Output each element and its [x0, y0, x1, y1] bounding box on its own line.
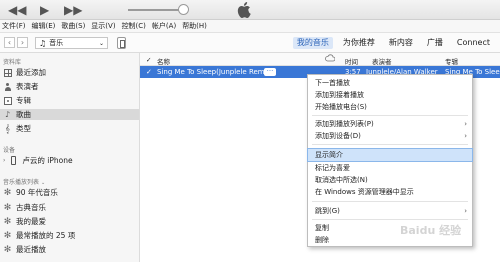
sidebar-item-label: 我的最爱 — [16, 217, 46, 226]
library-selector-label: 音乐 — [49, 39, 64, 47]
music-note-icon: ♫ — [39, 38, 47, 48]
person-icon — [3, 82, 12, 91]
menu-item-play-next[interactable]: 下一首播放 — [308, 77, 472, 89]
library-header: 资料库 — [3, 59, 22, 66]
row-name: Sing Me To Sleep(Junplele Remix) — [157, 68, 274, 76]
sidebar-item-label: 90 年代音乐 — [16, 188, 58, 197]
sidebar-item-label: 古典音乐 — [16, 203, 46, 212]
sidebar-item-label: 表演者 — [16, 82, 39, 91]
back-button[interactable]: ‹ — [4, 37, 15, 48]
column-time[interactable]: 时间 — [345, 56, 358, 66]
sidebar-item-label: 类型 — [16, 124, 31, 133]
watermark: Baidu 经验 — [400, 224, 462, 237]
menu-item-get-info[interactable]: 显示简介 — [307, 148, 473, 162]
tab-new[interactable]: 新内容 — [385, 37, 417, 49]
sidebar-item-songs[interactable]: ♪ 歌曲 — [0, 109, 139, 120]
more-button[interactable]: ··· — [264, 68, 276, 76]
tab-connect[interactable]: Connect — [453, 37, 494, 49]
menu-controls[interactable]: 控制(C) — [122, 21, 146, 31]
menu-help[interactable]: 帮助(H) — [182, 21, 207, 31]
submenu-arrow-icon: › — [464, 132, 467, 140]
tab-my-music[interactable]: 我的音乐 — [292, 37, 333, 49]
sidebar-item-genres[interactable]: 𝄞 类型 — [3, 123, 31, 134]
column-name[interactable]: 名称 — [157, 56, 170, 66]
sidebar-item-label: 最近添加 — [16, 68, 46, 77]
chevron-down-icon: ⌄ — [40, 180, 46, 186]
rewind-icon[interactable]: ◀◀ — [8, 3, 26, 17]
menu-item-add-to-playlist[interactable]: 添加到播放列表(P) › — [308, 118, 472, 130]
tab-for-you[interactable]: 为你推荐 — [339, 37, 379, 49]
sidebar-item-label: 歌曲 — [16, 110, 31, 119]
sidebar-item-artists[interactable]: 表演者 — [3, 81, 39, 92]
cloud-icon — [325, 54, 336, 64]
devices-header: 设备 — [3, 147, 16, 154]
sidebar-item-recently-added[interactable]: 最近添加 — [3, 67, 46, 78]
sidebar-item-iphone[interactable]: › 卢云的 iPhone — [3, 155, 73, 166]
column-album[interactable]: 专辑 — [445, 56, 458, 66]
sidebar-item-label: 最近播放 — [16, 245, 46, 254]
nav-bar: ‹ › ♫ 音乐 ⌄ 我的音乐 为你推荐 新内容 广播 Connect — [0, 33, 500, 53]
album-icon — [3, 96, 12, 105]
menu-account[interactable]: 帐户(A) — [152, 21, 176, 31]
gear-icon: ✻ — [3, 216, 12, 227]
menu-separator — [312, 219, 468, 220]
menu-item-show-in-explorer[interactable]: 在 Windows 资源管理器中显示 — [308, 186, 472, 198]
sidebar-item-label: 卢云的 iPhone — [22, 156, 73, 165]
gear-icon: ✻ — [3, 230, 12, 241]
gear-icon: ✻ — [3, 202, 12, 213]
device-button[interactable] — [117, 37, 126, 49]
gear-icon: ✻ — [3, 244, 12, 255]
music-note-icon: ♪ — [4, 110, 11, 119]
menu-separator — [312, 144, 468, 145]
menu-separator — [312, 201, 468, 202]
menu-edit[interactable]: 编辑(E) — [32, 21, 56, 31]
phone-icon — [9, 156, 18, 165]
menu-item-label: 添加到设备(D) — [315, 132, 361, 140]
menu-bar: 文件(F) 编辑(E) 歌曲(S) 显示(V) 控制(C) 帐户(A) 帮助(H… — [0, 20, 500, 33]
sidebar-item-playlist-classical[interactable]: ✻ 古典音乐 — [3, 202, 46, 213]
forward-button[interactable]: › — [17, 37, 28, 48]
sidebar-item-playlist-recent[interactable]: ✻ 最近播放 — [3, 244, 46, 255]
sidebar-item-label: 专辑 — [16, 96, 31, 105]
menu-item-label: 跳到(G) — [315, 207, 340, 215]
menu-item-add-to-up-next[interactable]: 添加到接着播放 — [308, 89, 472, 101]
genre-icon: 𝄞 — [5, 123, 10, 133]
play-icon[interactable]: ▶ — [40, 3, 49, 17]
menu-view[interactable]: 显示(V) — [91, 21, 115, 31]
menu-separator — [312, 115, 468, 116]
tab-radio[interactable]: 广播 — [423, 37, 447, 49]
sidebar: 资料库 最近添加 表演者 专辑 ♪ 歌曲 𝄞 类型 设备 › 卢云的 iPhon… — [0, 53, 140, 262]
sidebar-item-label: 最常播放的 25 项 — [16, 231, 76, 240]
menu-item-love[interactable]: 标记为喜爱 — [308, 162, 472, 174]
menu-item-label: 添加到播放列表(P) — [315, 120, 374, 128]
sidebar-item-playlist-top25[interactable]: ✻ 最常播放的 25 项 — [3, 230, 76, 241]
menu-file[interactable]: 文件(F) — [2, 21, 26, 31]
row-check[interactable]: ✓ — [146, 68, 152, 76]
volume-knob[interactable] — [178, 4, 189, 15]
library-selector[interactable]: ♫ 音乐 ⌄ — [35, 37, 108, 49]
menu-item-go-to[interactable]: 跳到(G) › — [308, 205, 472, 217]
menu-item-uncheck-selection[interactable]: 取消选中所选(N) — [308, 174, 472, 186]
column-artist[interactable]: 表演者 — [372, 56, 392, 66]
sidebar-item-playlist-90s[interactable]: ✻ 90 年代音乐 — [3, 187, 58, 198]
playlists-header-label: 音乐播放列表 — [3, 179, 40, 186]
grid-icon — [3, 68, 12, 77]
menu-song[interactable]: 歌曲(S) — [61, 21, 85, 31]
menu-item-start-station[interactable]: 开始播放电台(S) — [308, 101, 472, 113]
sidebar-item-albums[interactable]: 专辑 — [3, 95, 31, 106]
fast-forward-icon[interactable]: ▶▶ — [64, 3, 82, 17]
playlists-header: 音乐播放列表 ⌄ — [3, 177, 45, 186]
playback-bar: ◀◀ ▶ ▶▶ — [0, 0, 500, 20]
submenu-arrow-icon: › — [464, 207, 467, 215]
apple-logo-icon — [237, 2, 251, 18]
chevron-down-icon: ⌄ — [98, 39, 104, 47]
column-check[interactable]: ✓ — [146, 56, 151, 64]
column-header: ✓ 名称 时间 表演者 专辑 — [140, 53, 500, 66]
sidebar-item-playlist-favorites[interactable]: ✻ 我的最爱 — [3, 216, 46, 227]
volume-slider[interactable] — [128, 9, 184, 11]
chevron-right-icon: › — [3, 157, 6, 164]
gear-icon: ✻ — [3, 187, 12, 198]
menu-item-add-to-device[interactable]: 添加到设备(D) › — [308, 130, 472, 142]
submenu-arrow-icon: › — [464, 120, 467, 128]
